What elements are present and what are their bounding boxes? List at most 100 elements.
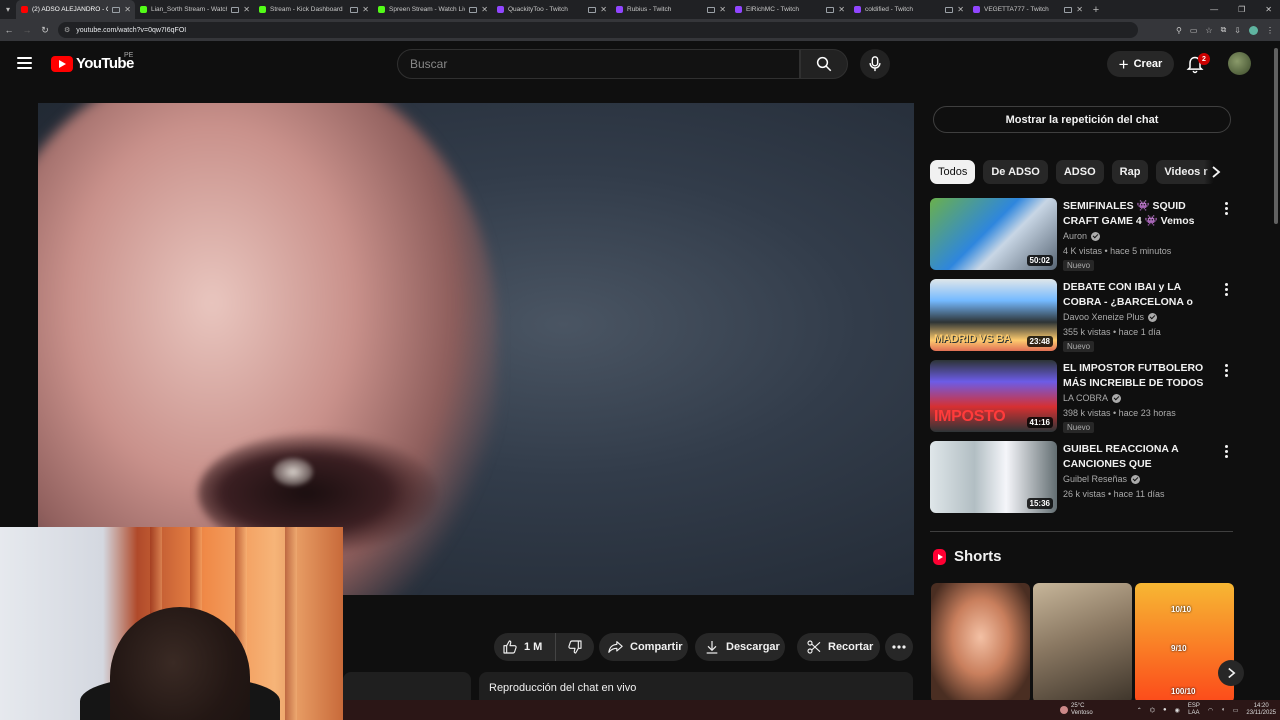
channel-name[interactable]: LA COBRA: [1063, 393, 1108, 403]
zoom-icon[interactable]: ⚲: [1176, 26, 1182, 35]
browser-tab[interactable]: Spreen Stream - Watch Live ✕: [373, 0, 492, 19]
browser-tab[interactable]: (2) ADSO ALEJANDRO - Co ✕: [16, 0, 135, 19]
verified-check-icon: [1091, 231, 1101, 241]
tab-close-icon[interactable]: ✕: [1076, 5, 1083, 14]
recommended-video[interactable]: 15:36 GUIBEL REACCIONA A CANCIONES QUE RO…: [930, 441, 1230, 513]
video-player[interactable]: [38, 103, 914, 595]
menu-icon[interactable]: [17, 57, 32, 69]
language-code: ESP: [1187, 703, 1200, 709]
extensions-icon[interactable]: ⧉: [1221, 25, 1227, 35]
profile-icon[interactable]: [1249, 25, 1258, 35]
short-item[interactable]: [1033, 583, 1132, 703]
search-input[interactable]: [410, 57, 799, 71]
site-info-icon[interactable]: ⚙: [64, 26, 70, 34]
video-thumbnail[interactable]: IMPOSTO 41:16: [930, 360, 1057, 432]
recommended-video[interactable]: IMPOSTO 41:16 EL IMPOSTOR FUTBOLERO MÁS IN…: [930, 360, 1230, 433]
network-icon[interactable]: ⌬: [1150, 707, 1155, 714]
shorts-next-button[interactable]: [1218, 660, 1244, 686]
browser-tab[interactable]: Rubius - Twitch ✕: [611, 0, 730, 19]
location-icon[interactable]: ◉: [1175, 707, 1180, 714]
video-menu-icon[interactable]: [1223, 364, 1229, 377]
recommended-video[interactable]: MADRID VS BA 23:48 DEBATE CON IBAI y LA CO…: [930, 279, 1230, 352]
short-item[interactable]: [931, 583, 1030, 703]
cast-icon[interactable]: ▭: [1190, 26, 1198, 35]
clip-button[interactable]: Recortar: [797, 633, 880, 661]
user-avatar[interactable]: [1228, 52, 1251, 75]
more-actions-button[interactable]: [885, 633, 913, 661]
video-thumbnail[interactable]: 15:36: [930, 441, 1057, 513]
keyboard-language[interactable]: ESP LAA: [1188, 703, 1200, 717]
video-title[interactable]: DEBATE CON IBAI y LA COBRA - ¿BARCELONA …: [1063, 280, 1215, 310]
minimize-icon[interactable]: —: [1210, 5, 1218, 14]
back-icon[interactable]: ←: [0, 25, 18, 35]
description-panel-top[interactable]: [343, 672, 471, 702]
youtube-logo[interactable]: YouTube: [51, 55, 134, 72]
download-icon: [706, 641, 718, 654]
video-thumbnail[interactable]: 50:02: [930, 198, 1057, 270]
tab-close-icon[interactable]: ✕: [481, 5, 488, 14]
tab-close-icon[interactable]: ✕: [719, 5, 726, 14]
omnibox[interactable]: ⚙ youtube.com/watch?v=0qw7I6qFOI: [58, 22, 1138, 38]
tab-close-icon[interactable]: ✕: [243, 5, 250, 14]
browser-tab[interactable]: coldified - Twitch ✕: [849, 0, 968, 19]
video-menu-icon[interactable]: [1223, 445, 1229, 458]
clock[interactable]: 14:20 23/11/2025: [1246, 703, 1276, 717]
video-menu-icon[interactable]: [1223, 202, 1229, 215]
tab-close-icon[interactable]: ✕: [957, 5, 964, 14]
channel-name[interactable]: Davoo Xeneize Plus: [1063, 312, 1144, 322]
create-button[interactable]: + Crear: [1107, 51, 1174, 77]
short-overlay-label: 10/10: [1171, 605, 1192, 614]
tab-close-icon[interactable]: ✕: [600, 5, 607, 14]
tab-close-icon[interactable]: ✕: [124, 5, 131, 14]
video-title[interactable]: SEMIFINALES 👾 SQUID CRAFT GAME 4 👾 Vemos…: [1063, 199, 1215, 229]
page-scrollbar[interactable]: [1274, 48, 1278, 224]
tab-close-icon[interactable]: ✕: [838, 5, 845, 14]
chat-replay-panel[interactable]: Reproducción del chat en vivo: [479, 672, 913, 702]
video-menu-icon[interactable]: [1223, 283, 1229, 296]
bookmark-star-icon[interactable]: ☆: [1205, 26, 1212, 35]
microphone-tray-icon[interactable]: ●: [1163, 707, 1167, 713]
filter-chip[interactable]: Rap: [1111, 160, 1149, 184]
browser-menu-icon[interactable]: ⋮: [1266, 26, 1274, 35]
download-button[interactable]: Descargar: [695, 633, 785, 661]
tab-screen-share-icon: [1064, 6, 1073, 13]
voice-search-button[interactable]: [860, 49, 890, 79]
browser-tab[interactable]: Stream - Kick Dashboard ✕: [254, 0, 373, 19]
show-chat-replay-button[interactable]: Mostrar la repetición del chat: [933, 106, 1231, 133]
channel-name[interactable]: Auron: [1063, 231, 1087, 241]
volume-icon[interactable]: ◖: [1221, 707, 1225, 713]
filter-chip[interactable]: Todos: [930, 160, 976, 184]
browser-tab[interactable]: Lian_Sorth Stream - Watch Live ✕: [135, 0, 254, 19]
reload-icon[interactable]: ↻: [36, 25, 54, 36]
browser-tab[interactable]: QuackityToo - Twitch ✕: [492, 0, 611, 19]
browser-tab[interactable]: ElRichMC - Twitch ✕: [730, 0, 849, 19]
new-tab-icon[interactable]: +: [1087, 4, 1105, 16]
wifi-icon[interactable]: ◠: [1208, 707, 1213, 714]
dislike-button[interactable]: [556, 633, 594, 661]
create-label: Crear: [1133, 58, 1163, 70]
weather-widget[interactable]: 25°C Ventoso: [1060, 703, 1093, 717]
share-button[interactable]: Compartir: [599, 633, 688, 661]
tab-search-icon[interactable]: ▾: [0, 0, 16, 19]
video-title[interactable]: EL IMPOSTOR FUTBOLERO MÁS INCREIBLE DE T…: [1063, 361, 1215, 391]
filter-chip[interactable]: ADSO: [1055, 160, 1104, 184]
short-item[interactable]: 10/10 9/10 100/10: [1135, 583, 1234, 703]
forward-icon[interactable]: →: [18, 25, 36, 35]
recommended-video[interactable]: 50:02 SEMIFINALES 👾 SQUID CRAFT GAME 4 👾 …: [930, 198, 1230, 271]
video-title[interactable]: GUIBEL REACCIONA A CANCIONES QUE ROMPIER…: [1063, 442, 1215, 472]
tab-close-icon[interactable]: ✕: [362, 5, 369, 14]
downloads-icon[interactable]: ⇩: [1234, 26, 1241, 35]
battery-icon[interactable]: ▭: [1233, 707, 1239, 714]
thumbs-down-icon: [568, 640, 582, 654]
search-button[interactable]: [800, 49, 848, 79]
close-window-icon[interactable]: ✕: [1265, 5, 1272, 14]
filter-chip[interactable]: De ADSO: [983, 160, 1048, 184]
microphone-icon: [869, 56, 881, 72]
like-button[interactable]: 1 M: [494, 633, 556, 661]
tray-chevron-icon[interactable]: ⌃: [1137, 707, 1142, 714]
channel-name[interactable]: Guibel Reseñas: [1063, 474, 1127, 484]
chips-next-button[interactable]: [1204, 160, 1228, 184]
browser-tab[interactable]: VEGETTA777 - Twitch ✕: [968, 0, 1087, 19]
restore-icon[interactable]: ❐: [1238, 5, 1245, 14]
video-thumbnail[interactable]: MADRID VS BA 23:48: [930, 279, 1057, 351]
